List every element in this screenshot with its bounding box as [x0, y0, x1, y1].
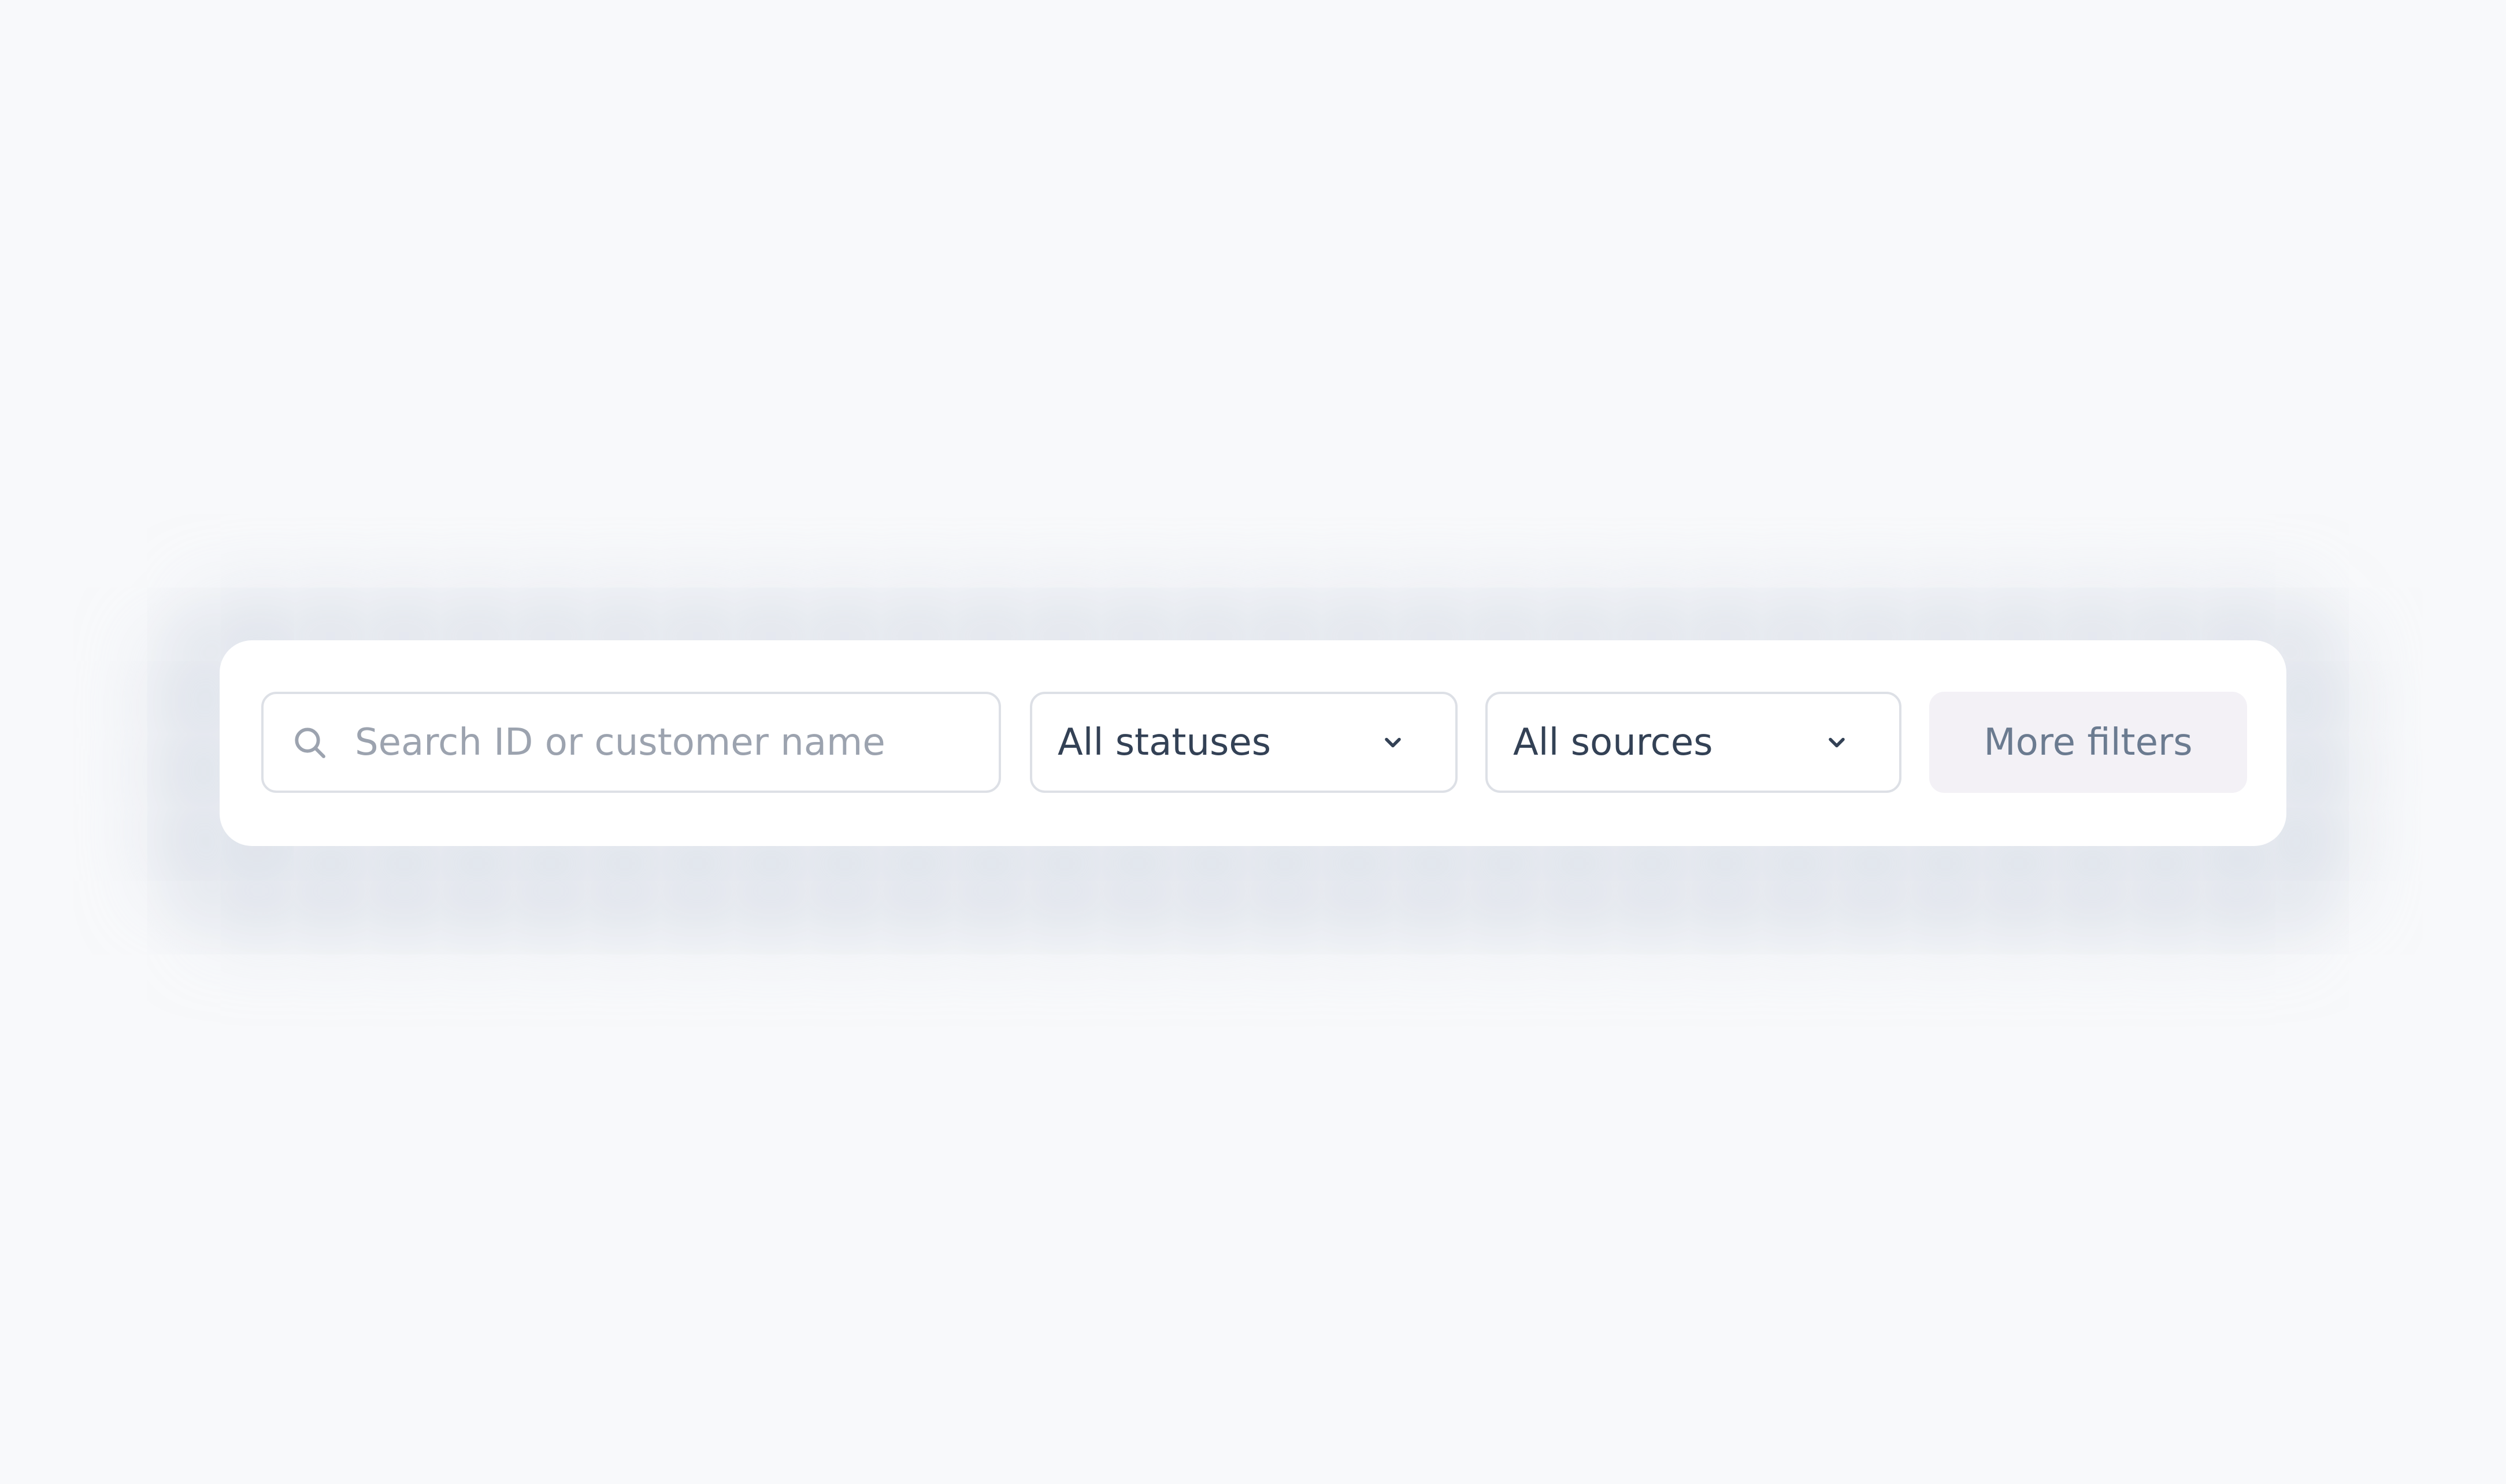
source-select[interactable]: All sources [1485, 692, 1901, 793]
chevron-down-icon [1385, 737, 1401, 747]
source-select-value: All sources [1513, 721, 1713, 764]
filter-bar: Search ID or customer name All statuses … [220, 640, 2286, 846]
status-select-value: All statuses [1058, 721, 1271, 764]
search-icon [295, 727, 325, 758]
status-select[interactable]: All statuses [1030, 692, 1458, 793]
more-filters-button[interactable]: More filters [1929, 692, 2247, 793]
search-placeholder: Search ID or customer name [355, 721, 885, 764]
chevron-down-icon [1829, 737, 1845, 747]
search-field[interactable]: Search ID or customer name [261, 692, 1001, 793]
